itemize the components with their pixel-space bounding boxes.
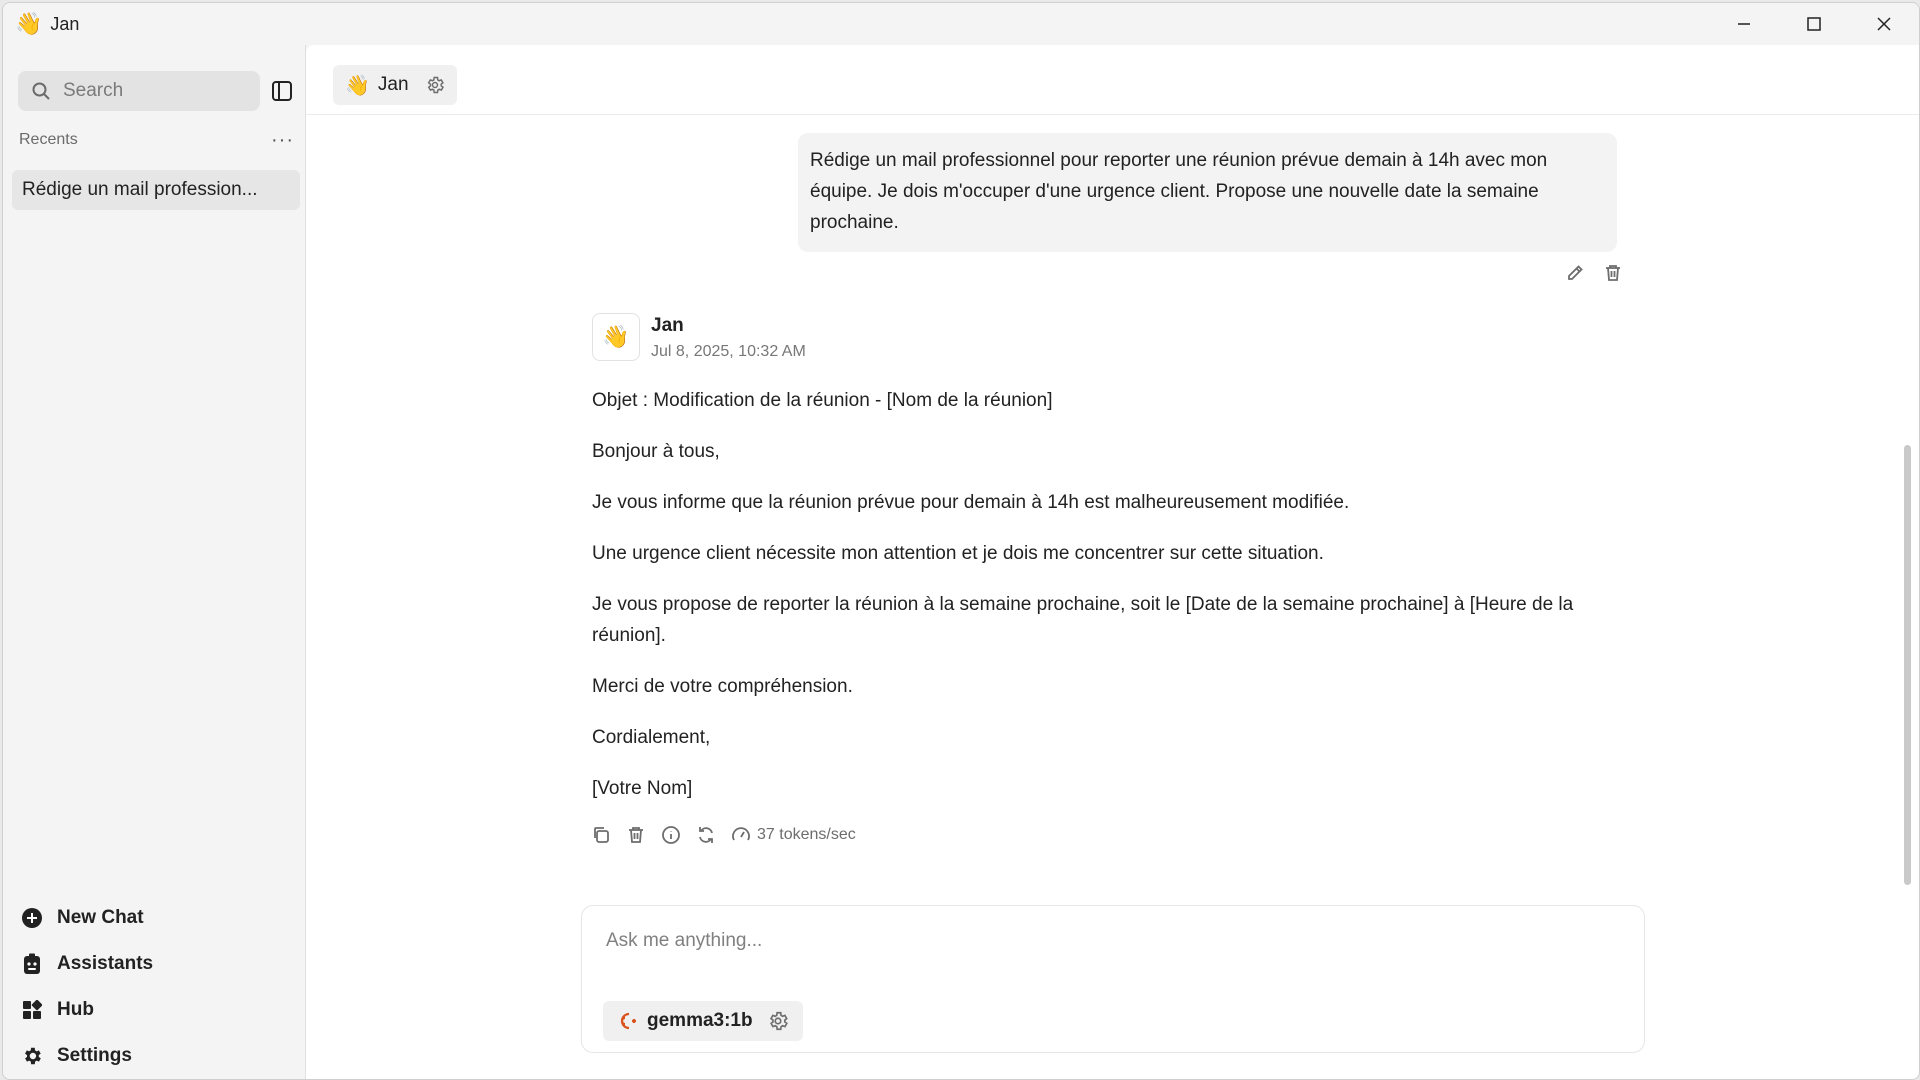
sidebar-item-label: Hub [57,999,94,1020]
bot-paragraph: Merci de votre compréhension. [592,676,853,697]
user-message: Rédige un mail professionnel pour report… [798,133,1617,252]
sidebar-toggle-button[interactable] [271,80,293,107]
message-timestamp: Jul 8, 2025, 10:32 AM [651,343,806,360]
model-selector[interactable]: gemma3:1b [603,1001,803,1041]
bot-paragraph: [Votre Nom] [592,778,693,799]
bot-paragraph: Je vous propose de reporter la réunion à… [592,594,1574,646]
recents-more-button[interactable]: ··· [271,129,294,152]
sidebar-item-new-chat[interactable]: New Chat [19,895,153,941]
tokens-speed: 37 tokens/sec [731,825,856,845]
chat-main: 👋 Jan Rédige un mail professionnel pour … [306,45,1919,1079]
ollama-model-icon [615,1009,637,1033]
bot-paragraph: Bonjour à tous, [592,441,720,462]
tokens-speed-label: 37 tokens/sec [757,826,856,843]
bot-message-body: Objet : Modification de la réunion - [No… [592,385,1612,824]
user-message-actions [1565,263,1623,283]
speedometer-icon [732,827,750,841]
bot-avatar-icon: 👋 [592,313,640,361]
trash-icon [1606,265,1620,281]
minimize-button[interactable] [1709,3,1779,45]
title-bar: 👋 Jan [3,3,1919,45]
search-input[interactable] [61,79,245,103]
bot-paragraph: Objet : Modification de la réunion - [No… [592,390,1053,411]
chat-input[interactable] [604,928,1608,972]
window-title: Jan [50,13,80,34]
assistant-avatar-icon: 👋 [345,74,370,97]
assistant-selector[interactable]: 👋 Jan [333,65,457,105]
chat-header: 👋 Jan [306,45,1919,115]
recent-chat-label: Rédige un mail profession... [22,179,258,200]
assistant-icon [19,951,45,977]
minimize-icon [1738,23,1750,25]
gear-icon [427,76,444,94]
gear-icon [19,1043,45,1069]
search-icon [32,82,50,100]
window-controls [1709,3,1919,45]
model-settings-button[interactable] [767,1010,789,1032]
recent-chat-item[interactable]: Rédige un mail profession... [12,170,300,210]
model-name: gemma3:1b [647,1010,753,1031]
recents-label: Recents [19,131,78,148]
delete-response-button[interactable] [626,825,646,845]
delete-message-button[interactable] [1603,263,1623,283]
sidebar: Recents ··· Rédige un mail profession...… [3,45,306,1079]
message-composer: gemma3:1b [581,905,1645,1053]
search-box[interactable] [18,71,260,111]
bot-paragraph: Cordialement, [592,727,711,748]
sidebar-item-label: Settings [57,1045,132,1066]
assistant-settings-button[interactable] [425,75,445,95]
sidebar-item-assistants[interactable]: Assistants [19,941,153,987]
grid-icon [19,997,45,1023]
chat-scrollbar[interactable] [1904,445,1911,885]
info-button[interactable] [661,825,681,845]
pencil-icon [1568,265,1583,280]
bot-paragraph: Une urgence client nécessite mon attenti… [592,543,1324,564]
regenerate-button[interactable] [696,825,716,845]
gear-icon [769,1011,788,1031]
bot-name: Jan [651,315,684,336]
copy-button[interactable] [591,825,611,845]
plus-circle-icon [19,905,45,931]
assistant-name: Jan [377,74,409,95]
app-logo-icon: 👋 [15,11,43,36]
close-button[interactable] [1849,3,1919,45]
sidebar-panel-icon [272,81,292,101]
close-icon [1877,17,1891,31]
app-window: 👋 Jan Recents ··· Rédige un mail profess… [2,2,1920,1080]
sidebar-nav: New Chat Assistants Hub Settings [19,895,153,1079]
bot-message-actions: 37 tokens/sec [591,825,856,845]
sidebar-item-label: Assistants [57,953,154,974]
trash-icon [629,827,643,843]
edit-message-button[interactable] [1565,263,1585,283]
sidebar-item-hub[interactable]: Hub [19,987,153,1033]
sidebar-item-label: New Chat [57,907,144,928]
info-icon [662,826,680,844]
maximize-button[interactable] [1779,3,1849,45]
refresh-icon [699,827,713,843]
maximize-icon [1807,17,1821,31]
bot-paragraph: Je vous informe que la réunion prévue po… [592,492,1350,513]
copy-icon [594,827,609,843]
sidebar-item-settings[interactable]: Settings [19,1033,153,1079]
